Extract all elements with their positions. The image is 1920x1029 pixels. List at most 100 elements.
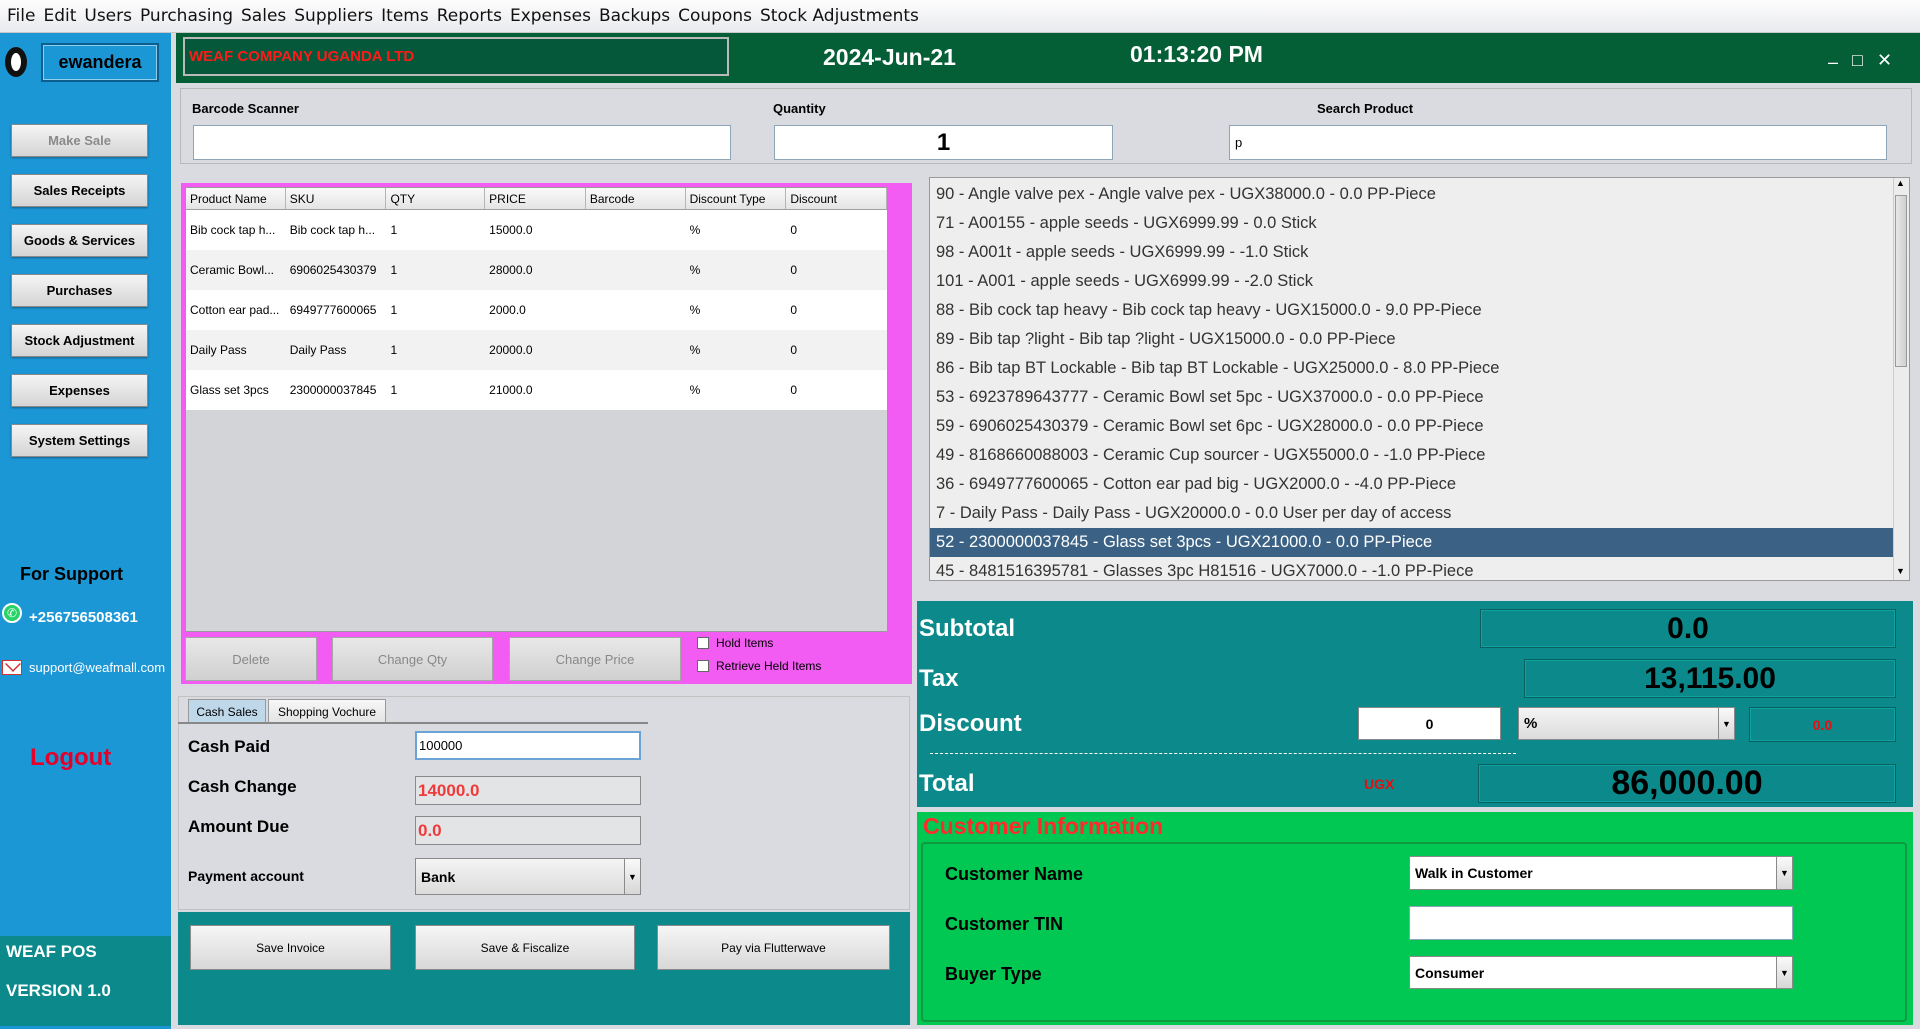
cell-product-name: Glass set 3pcs bbox=[190, 383, 269, 397]
quantity-input[interactable]: 1 bbox=[774, 125, 1113, 160]
menu-stock-adjustments[interactable]: Stock Adjustments bbox=[756, 6, 923, 26]
make-sale-button[interactable]: Make Sale bbox=[11, 124, 148, 157]
subtotal-value: 0.0 bbox=[1480, 609, 1896, 648]
list-item[interactable]: 49 - 8168660088003 - Ceramic Cup sourcer… bbox=[930, 441, 1909, 470]
list-item[interactable]: 88 - Bib cock tap heavy - Bib cock tap h… bbox=[930, 296, 1909, 325]
col-price[interactable]: PRICE bbox=[485, 188, 586, 209]
list-item[interactable]: 45 - 8481516395781 - Glasses 3pc H81516 … bbox=[930, 557, 1909, 580]
scroll-up-icon[interactable]: ▲ bbox=[1896, 178, 1905, 188]
menu-file[interactable]: File bbox=[3, 6, 39, 26]
payment-account-label: Payment account bbox=[188, 868, 304, 884]
support-title: For Support bbox=[20, 564, 123, 584]
list-item[interactable]: 7 - Daily Pass - Daily Pass - UGX20000.0… bbox=[930, 499, 1909, 528]
tax-label: Tax bbox=[919, 665, 959, 692]
list-item[interactable]: 86 - Bib tap BT Lockable - Bib tap BT Lo… bbox=[930, 354, 1909, 383]
col-sku[interactable]: SKU bbox=[286, 188, 387, 209]
logout-link[interactable]: Logout bbox=[30, 744, 111, 772]
product-list: 90 - Angle valve pex - Angle valve pex -… bbox=[929, 177, 1910, 581]
cell-sku: Daily Pass bbox=[289, 343, 347, 357]
stock-adjustment-button[interactable]: Stock Adjustment bbox=[11, 324, 148, 357]
list-item[interactable]: 98 - A001t - apple seeds - UGX6999.99 - … bbox=[930, 238, 1909, 267]
save-invoice-button[interactable]: Save Invoice bbox=[190, 925, 391, 970]
scroll-thumb[interactable] bbox=[1895, 195, 1907, 367]
menu-items[interactable]: Items bbox=[377, 6, 433, 26]
menu-expenses[interactable]: Expenses bbox=[506, 6, 595, 26]
list-item[interactable]: 90 - Angle valve pex - Angle valve pex -… bbox=[930, 180, 1909, 209]
menu-backups[interactable]: Backups bbox=[595, 6, 674, 26]
tab-divider bbox=[178, 722, 648, 724]
cell-product-name: Ceramic Bowl... bbox=[190, 263, 275, 277]
menu-users[interactable]: Users bbox=[80, 6, 136, 26]
list-item[interactable]: 53 - 6923789643777 - Ceramic Bowl set 5p… bbox=[930, 383, 1909, 412]
menu-sales[interactable]: Sales bbox=[237, 6, 290, 26]
change-price-button[interactable]: Change Price bbox=[509, 637, 681, 681]
hold-items-checkbox[interactable] bbox=[697, 637, 709, 649]
chevron-down-icon[interactable]: ▼ bbox=[1776, 857, 1792, 889]
retrieve-held-checkbox[interactable] bbox=[697, 660, 709, 672]
pay-flutterwave-button[interactable]: Pay via Flutterwave bbox=[657, 925, 890, 970]
chevron-down-icon[interactable]: ▼ bbox=[1776, 957, 1792, 988]
cell-qty: 1 bbox=[390, 343, 398, 357]
search-input[interactable]: p bbox=[1229, 125, 1887, 160]
list-item[interactable]: 71 - A00155 - apple seeds - UGX6999.99 -… bbox=[930, 209, 1909, 238]
table-row[interactable]: Daily Pass Daily Pass 1 20000.0 % 0 bbox=[186, 330, 887, 370]
table-row[interactable]: Ceramic Bowl... 6906025430379 1 28000.0 … bbox=[186, 250, 887, 290]
cell-discount-type: % bbox=[689, 263, 701, 277]
col-product-name[interactable]: Product Name bbox=[186, 188, 286, 209]
mail-icon bbox=[2, 660, 22, 675]
list-item[interactable]: 59 - 6906025430379 - Ceramic Bowl set 6p… bbox=[930, 412, 1909, 441]
goods-services-button[interactable]: Goods & Services bbox=[11, 224, 148, 257]
barcode-input[interactable] bbox=[193, 125, 731, 160]
maximize-icon[interactable]: □ bbox=[1852, 50, 1863, 71]
system-settings-button[interactable]: System Settings bbox=[11, 424, 148, 457]
app-name: WEAF POS bbox=[6, 942, 97, 961]
cell-sku: 6949777600065 bbox=[289, 303, 377, 317]
close-icon[interactable]: ✕ bbox=[1877, 50, 1892, 71]
customer-name-value: Walk in Customer bbox=[1415, 865, 1533, 881]
expenses-button[interactable]: Expenses bbox=[11, 374, 148, 407]
col-discount[interactable]: Discount bbox=[786, 188, 887, 209]
list-item[interactable]: 36 - 6949777600065 - Cotton ear pad big … bbox=[930, 470, 1909, 499]
save-fiscalize-button[interactable]: Save & Fiscalize bbox=[415, 925, 635, 970]
chevron-down-icon[interactable]: ▼ bbox=[1718, 708, 1734, 739]
tab-shopping-voucher[interactable]: Shopping Vochure bbox=[268, 699, 386, 723]
chevron-down-icon[interactable]: ▼ bbox=[624, 859, 640, 894]
col-qty[interactable]: QTY bbox=[386, 188, 486, 209]
list-item[interactable]: 89 - Bib tap ?light - Bib tap ?light - U… bbox=[930, 325, 1909, 354]
change-qty-button[interactable]: Change Qty bbox=[332, 637, 493, 681]
scroll-down-icon[interactable]: ▼ bbox=[1896, 566, 1905, 576]
totals-divider bbox=[930, 753, 1516, 754]
table-row[interactable]: Bib cock tap h... Bib cock tap h... 1 15… bbox=[186, 210, 887, 250]
payment-account-select[interactable]: Bank ▼ bbox=[415, 858, 641, 895]
delete-button[interactable]: Delete bbox=[185, 637, 317, 681]
discount-type-value: % bbox=[1524, 715, 1538, 732]
menu-reports[interactable]: Reports bbox=[433, 6, 506, 26]
discount-type-select[interactable]: % ▼ bbox=[1518, 707, 1735, 740]
buyer-type-select[interactable]: Consumer ▼ bbox=[1409, 956, 1793, 989]
table-row[interactable]: Cotton ear pad... 6949777600065 1 2000.0… bbox=[186, 290, 887, 330]
customer-name-label: Customer Name bbox=[945, 864, 1084, 884]
menu-coupons[interactable]: Coupons bbox=[674, 6, 756, 26]
sales-receipts-button[interactable]: Sales Receipts bbox=[11, 174, 148, 207]
menu-purchasing[interactable]: Purchasing bbox=[136, 6, 237, 26]
table-row[interactable]: Glass set 3pcs 2300000037845 1 21000.0 %… bbox=[186, 370, 887, 410]
discount-input[interactable]: 0 bbox=[1358, 707, 1501, 740]
payment-account-value: Bank bbox=[421, 868, 456, 885]
cell-qty: 1 bbox=[390, 383, 398, 397]
tab-cash-sales[interactable]: Cash Sales bbox=[188, 699, 266, 723]
list-item[interactable]: 52 - 2300000037845 - Glass set 3pcs - UG… bbox=[930, 528, 1909, 557]
customer-tin-input[interactable] bbox=[1409, 906, 1793, 940]
minimize-icon[interactable]: – bbox=[1828, 52, 1838, 73]
menu-edit[interactable]: Edit bbox=[39, 6, 80, 26]
purchases-button[interactable]: Purchases bbox=[11, 274, 148, 307]
whatsapp-icon: ✆ bbox=[2, 603, 22, 623]
menu-suppliers[interactable]: Suppliers bbox=[290, 6, 377, 26]
cell-sku: 2300000037845 bbox=[289, 383, 377, 397]
cart-rows: Bib cock tap h... Bib cock tap h... 1 15… bbox=[186, 210, 887, 410]
list-item[interactable]: 101 - A001 - apple seeds - UGX6999.99 - … bbox=[930, 267, 1909, 296]
col-discount-type[interactable]: Discount Type bbox=[686, 188, 787, 209]
cell-barcode bbox=[586, 330, 686, 370]
cash-paid-input[interactable]: 100000 bbox=[415, 731, 641, 760]
col-barcode[interactable]: Barcode bbox=[586, 188, 686, 209]
customer-name-select[interactable]: Walk in Customer ▼ bbox=[1409, 856, 1793, 890]
